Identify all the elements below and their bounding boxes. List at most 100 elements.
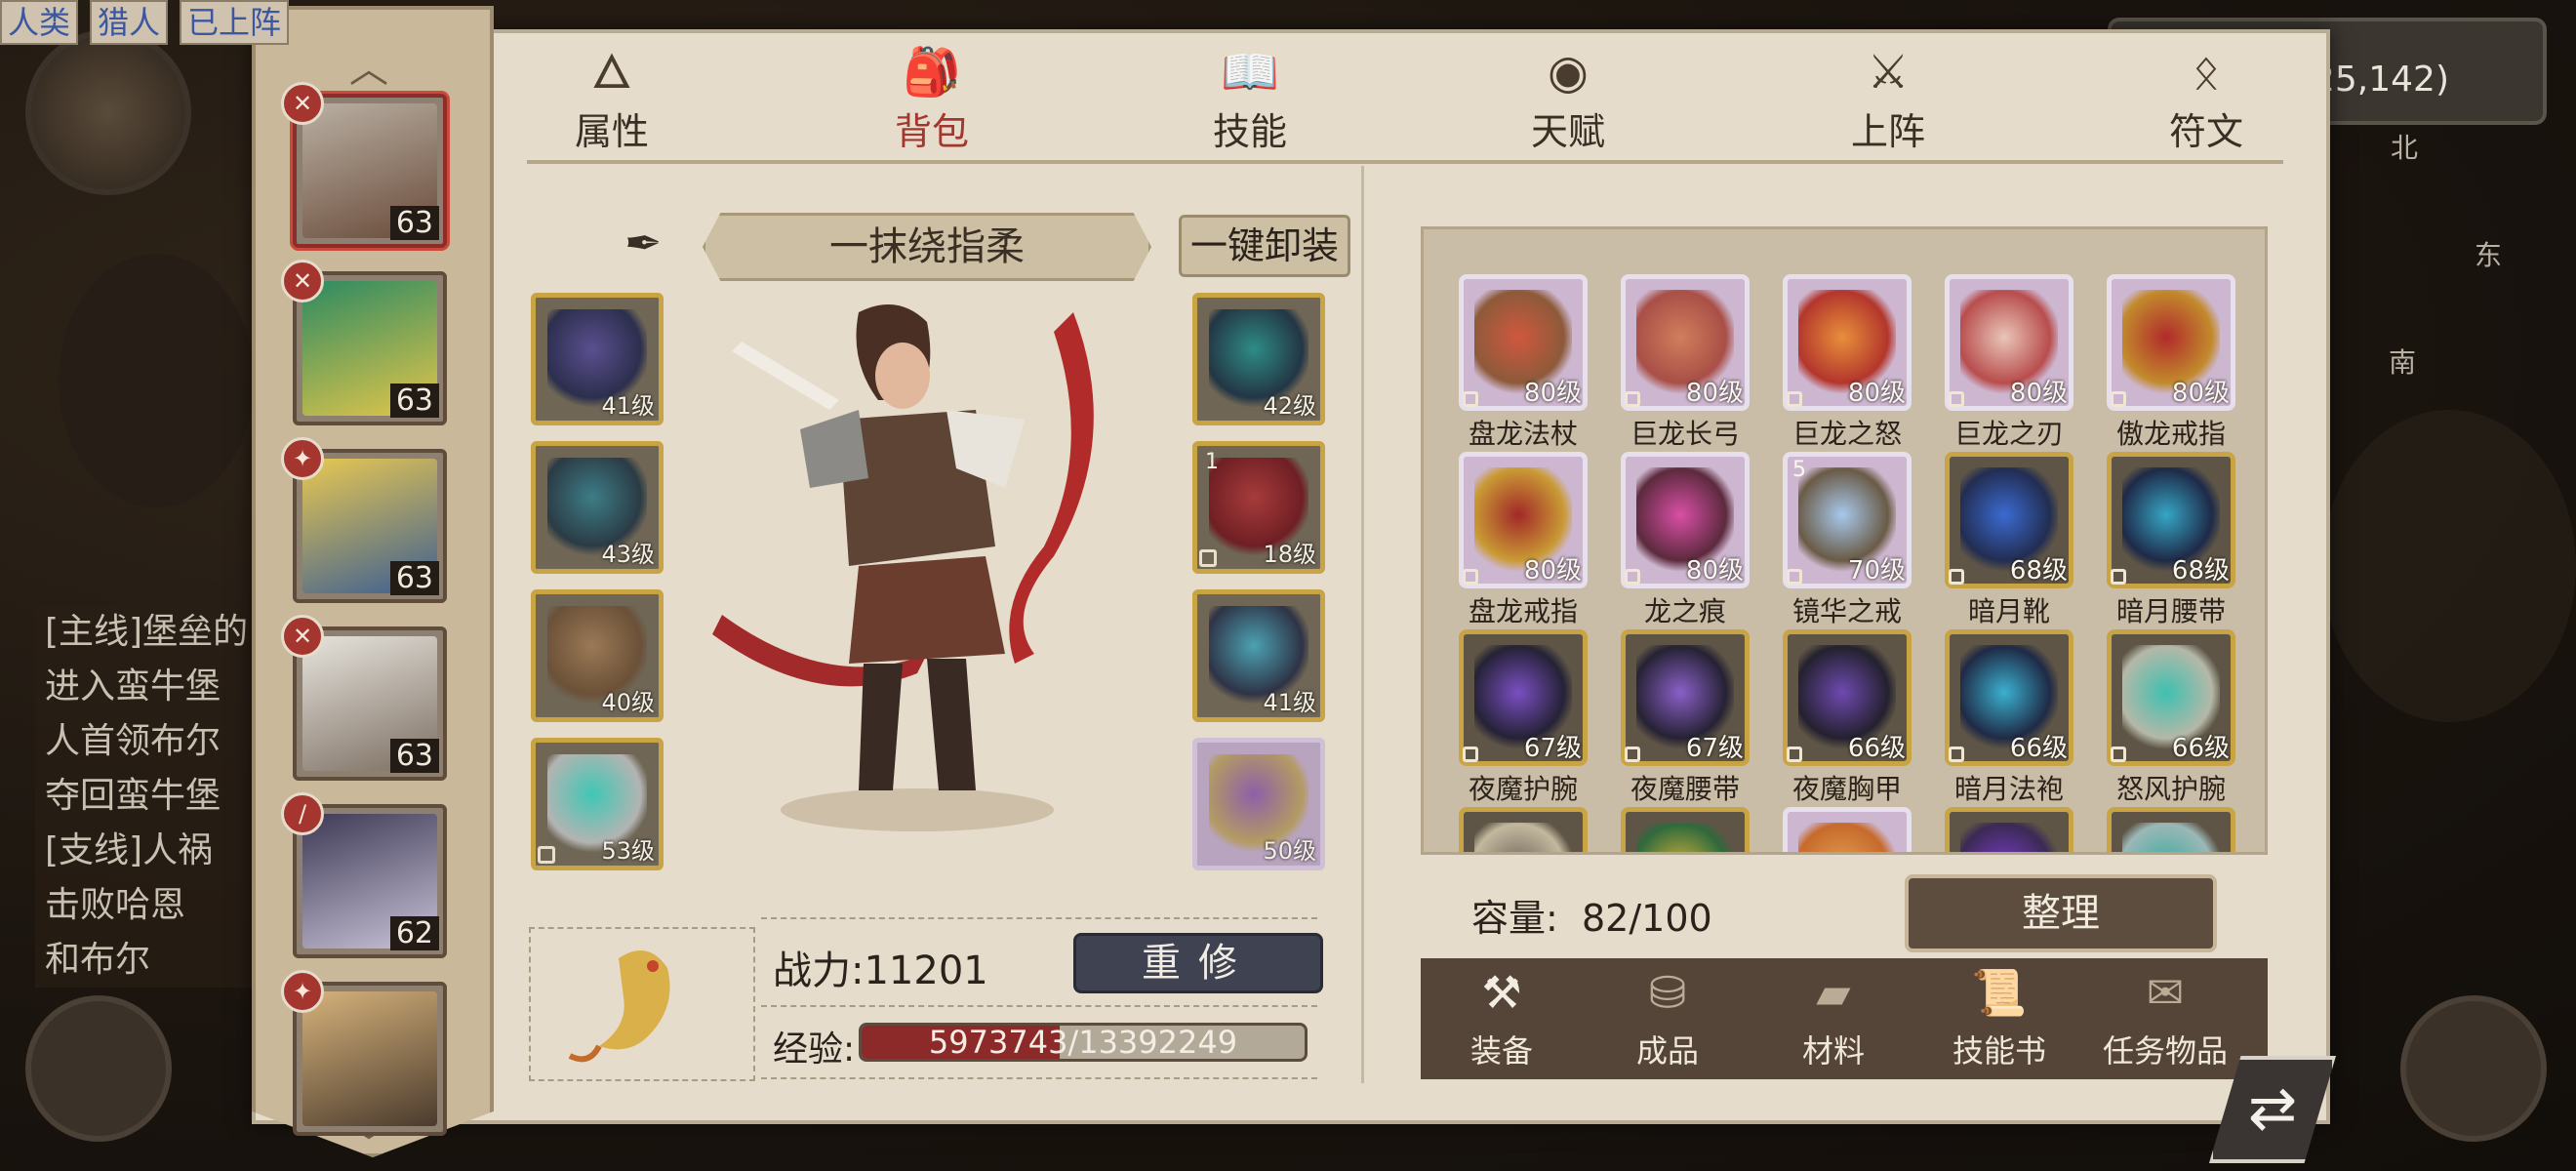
item-level: 68级 (2009, 556, 2068, 586)
item-level: 68级 (2171, 556, 2230, 586)
equipment-slot[interactable]: 1 18级 (1192, 441, 1325, 574)
quest-line[interactable]: [支线]人祸 (35, 824, 269, 878)
inventory-item[interactable]: 66级 (1945, 629, 2073, 766)
category-tab-document[interactable]: ✉ 任务物品 (2082, 958, 2248, 1079)
equipment-slot[interactable]: 40级 (531, 589, 664, 722)
unequip-all-button[interactable]: 一键卸装 (1179, 215, 1350, 277)
inventory-item[interactable]: 80级 (1783, 274, 1912, 411)
inventory-item[interactable]: 80级 (1459, 452, 1588, 588)
inventory-item[interactable] (1945, 807, 2073, 852)
equipment-slot[interactable]: 43级 (531, 441, 664, 574)
inventory-item[interactable] (1621, 807, 1750, 852)
category-tab-hammer[interactable]: ⚒ 装备 (1419, 958, 1585, 1079)
lock-icon (1949, 391, 1964, 407)
hero-card[interactable]: ✦ (281, 970, 447, 1136)
inventory-item[interactable]: 67级 (1459, 629, 1588, 766)
hero-card[interactable]: ✕ 63 (281, 615, 447, 781)
capacity-value: 82/100 (1581, 897, 1712, 940)
inventory-item[interactable] (2107, 807, 2235, 852)
equipment-slot[interactable]: 41级 (531, 293, 664, 425)
quest-line[interactable]: 击败哈恩 (35, 878, 269, 933)
lock-icon (1787, 747, 1802, 762)
category-tab-label: 成品 (1635, 1032, 1699, 1070)
tab-eye[interactable]: ◉ 天赋 (1495, 43, 1641, 153)
inventory-item[interactable]: 67级 (1621, 629, 1750, 766)
inventory-item[interactable]: 66级 (1783, 629, 1912, 766)
sort-button[interactable]: 整理 (1905, 874, 2217, 952)
pet-slot[interactable] (529, 927, 755, 1081)
inventory-item-name: 巨龙之怒 (1791, 418, 1902, 450)
exp-text: 5973743/13392249 (928, 1024, 1238, 1061)
item-level: 66级 (2009, 734, 2068, 763)
hero-card[interactable]: / 62 (281, 792, 447, 958)
item-level: 80级 (1685, 379, 1744, 408)
inventory-item[interactable]: 80级 (2107, 274, 2235, 411)
hero-level: 63 (389, 739, 439, 773)
remold-button[interactable]: 重修 (1073, 933, 1323, 993)
scroll-up-icon[interactable]: ︿ (340, 37, 398, 92)
equipment-slot[interactable]: 41级 (1192, 589, 1325, 722)
category-tab-sack[interactable]: ⛁ 成品 (1585, 958, 1751, 1079)
power-label: 战力: (773, 949, 865, 993)
hero-face-portrait (302, 991, 437, 1126)
compass-east: 东 (2475, 239, 2503, 271)
item-level: 67级 (1685, 734, 1744, 763)
inventory-item-icon (2122, 823, 2220, 852)
lock-icon (1463, 747, 1478, 762)
inventory-item-icon (1474, 823, 1572, 852)
category-tab-ingot[interactable]: ▰ 材料 (1751, 958, 1916, 1079)
inventory-item[interactable]: 68级 (2107, 452, 2235, 588)
hero-face (875, 343, 930, 409)
inventory-item[interactable]: 5 70级 (1783, 452, 1912, 588)
quest-line[interactable]: [主线]堡垒的 (35, 605, 269, 660)
inventory-item[interactable] (1783, 807, 1912, 852)
hero-level: 62 (389, 916, 439, 950)
inventory-item[interactable]: 80级 (1621, 274, 1750, 411)
hud-left-button[interactable] (25, 995, 172, 1142)
inventory-item[interactable] (1459, 807, 1588, 852)
backpack-icon: 🎒 (903, 45, 961, 100)
inventory-item[interactable]: 80级 (1945, 274, 2073, 411)
quest-line[interactable]: 人首领布尔 (35, 714, 269, 769)
tab-rune[interactable]: ᛟ 符文 (2133, 43, 2279, 153)
equipment-slot[interactable]: 42级 (1192, 293, 1325, 425)
ingot-icon: ▰ (1816, 966, 1851, 1019)
inventory-grid[interactable]: 80级 盘龙法杖 80级 巨龙长弓 80级 巨龙之怒 80级 巨龙之刃 80级 傲龙戒指 80级 盘龙… (1421, 226, 2268, 855)
tab-flame[interactable]: 🜂 属性 (539, 43, 685, 153)
hero-card[interactable]: ✕ 63 (281, 260, 447, 425)
crossed-swords-icon: ⚔ (1867, 45, 1910, 100)
tab-backpack[interactable]: 🎒 背包 (859, 43, 1005, 153)
hero-name: 一抹绕指柔 (829, 224, 1025, 269)
hero-shadow (781, 788, 1054, 831)
inventory-item[interactable]: 80级 (1459, 274, 1588, 411)
equipment-slot[interactable]: 50级 (1192, 738, 1325, 870)
quest-tracker[interactable]: [主线]堡垒的 进入蛮牛堡 人首领布尔 夺回蛮牛堡 [支线]人祸 击败哈恩 和布尔 (35, 605, 269, 988)
equipment-slot[interactable]: 53级 (531, 738, 664, 870)
hud-right-button[interactable] (2400, 995, 2547, 1142)
quest-line[interactable]: 夺回蛮牛堡 (35, 769, 269, 824)
category-tab-scroll[interactable]: 📜 技能书 (1916, 958, 2082, 1079)
hero-card[interactable]: ✦ 63 (281, 437, 447, 603)
quest-line[interactable]: 进入蛮牛堡 (35, 660, 269, 714)
quest-line[interactable]: 和布尔 (35, 933, 269, 988)
inventory-item[interactable]: 66级 (2107, 629, 2235, 766)
item-level: 53级 (601, 837, 655, 865)
inventory-item-name: 龙之痕 (1643, 595, 1726, 627)
tab-label: 天赋 (1530, 110, 1605, 153)
hero-card[interactable]: ✕ 63 (281, 82, 447, 248)
inventory-item[interactable]: 68级 (1945, 452, 2073, 588)
book-icon: 📖 (1221, 45, 1279, 100)
item-level: 42级 (1263, 392, 1316, 420)
tab-book[interactable]: 📖 技能 (1177, 43, 1323, 153)
player-avatar[interactable] (25, 29, 191, 195)
item-level: 40级 (601, 689, 655, 716)
rename-feather-icon[interactable]: ✒ (624, 217, 683, 275)
lock-icon (1625, 569, 1640, 585)
item-level: 80级 (1685, 556, 1744, 586)
inventory-item-name: 盘龙法杖 (1468, 418, 1578, 450)
tab-label: 符文 (2168, 110, 2243, 153)
inventory-item[interactable]: 80级 (1621, 452, 1750, 588)
tab-crossed-swords[interactable]: ⚔ 上阵 (1815, 43, 1961, 153)
hero-tag: 猎人 (90, 0, 169, 45)
hero-class-badge-icon: ✦ (281, 437, 324, 480)
